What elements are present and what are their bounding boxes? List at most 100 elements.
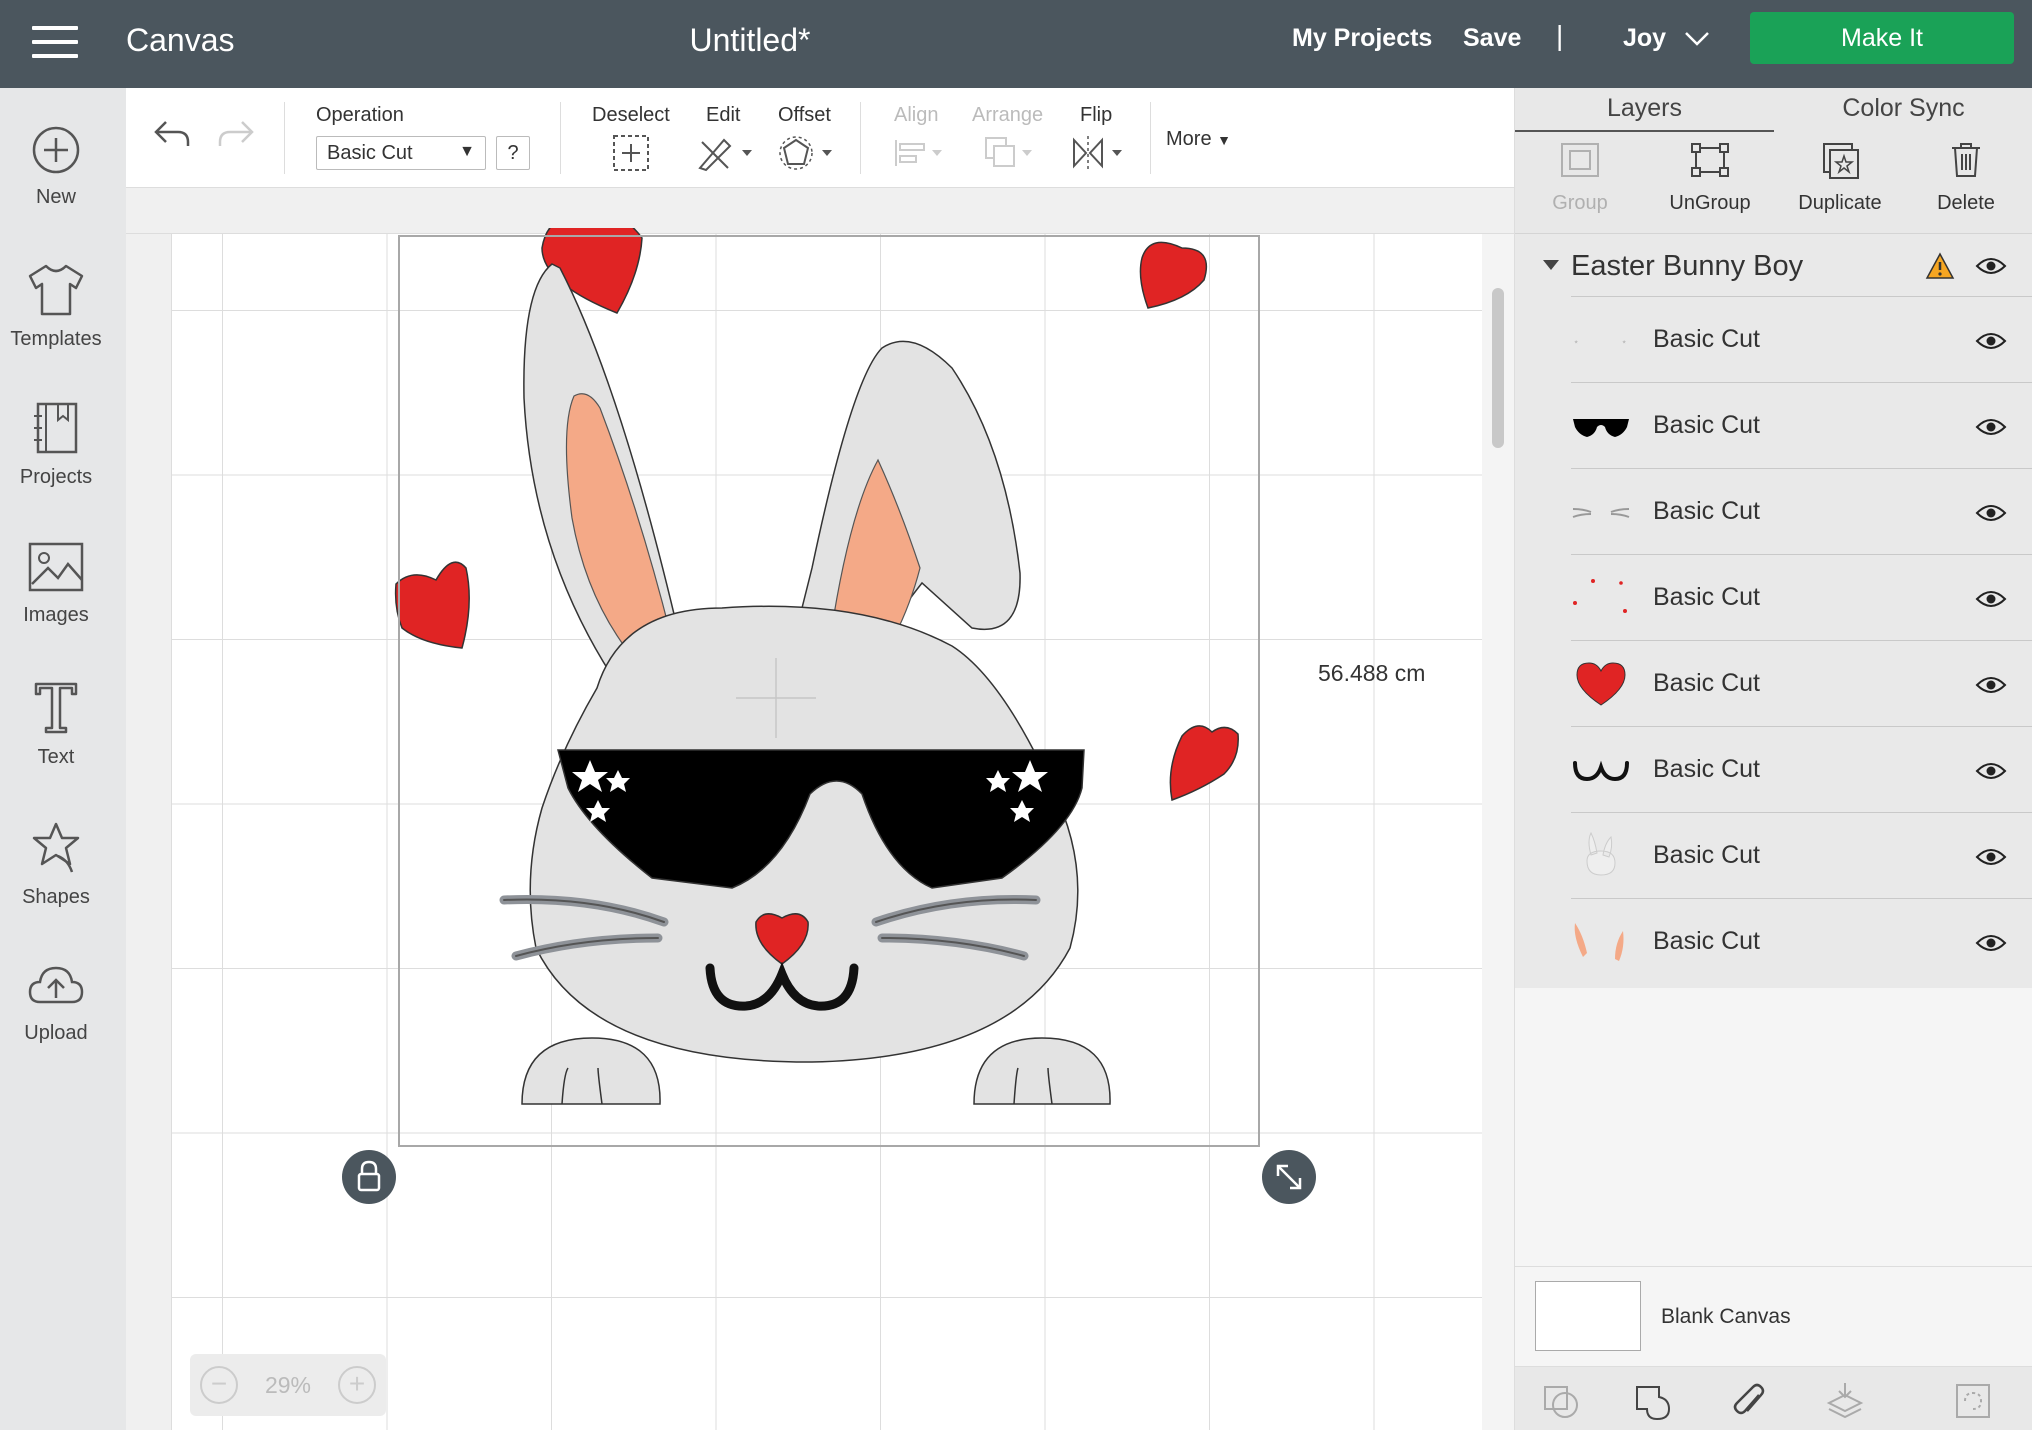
sidebar-item-new[interactable]: New	[0, 124, 112, 244]
flatten-icon[interactable]	[1825, 1381, 1865, 1421]
canvas-scrollbar[interactable]	[1492, 288, 1504, 448]
layer-row[interactable]: ⋆ ⋆ Basic Cut	[1571, 296, 2032, 382]
delete-button[interactable]: Delete	[1911, 140, 2021, 215]
caret-down-icon[interactable]	[1543, 260, 1559, 270]
layer-row[interactable]: Basic Cut	[1571, 898, 2032, 984]
attach-icon[interactable]	[1729, 1381, 1769, 1421]
weld-icon[interactable]	[1633, 1381, 1673, 1421]
visibility-eye-icon[interactable]	[1975, 847, 2007, 867]
layer-row[interactable]: Basic Cut	[1571, 382, 2032, 468]
toolbar-divider	[860, 102, 861, 174]
layer-actions: Group UnGroup Duplicate Delete	[1515, 132, 2032, 234]
image-icon	[28, 542, 84, 592]
more-button[interactable]: More ▼	[1166, 128, 1231, 151]
visibility-eye-icon[interactable]	[1975, 933, 2007, 953]
duplicate-button[interactable]: Duplicate	[1785, 140, 1895, 215]
zoom-in-button[interactable]: +	[338, 1366, 376, 1404]
deselect-label: Deselect	[592, 104, 670, 126]
lock-proportions-button[interactable]	[342, 1150, 396, 1204]
panel-tabs: Layers Color Sync	[1515, 88, 2032, 133]
user-menu[interactable]: Joy	[1623, 24, 1666, 53]
blank-canvas-row[interactable]: Blank Canvas	[1515, 1266, 2032, 1351]
align-icon[interactable]	[892, 138, 948, 168]
visibility-eye-icon[interactable]	[1975, 256, 2007, 276]
layer-row[interactable]: Basic Cut	[1571, 726, 2032, 812]
svg-text:⋆: ⋆	[1621, 337, 1627, 348]
align-label: Align	[894, 104, 939, 126]
ungroup-icon	[1691, 143, 1729, 177]
contour-icon[interactable]	[1953, 1381, 1993, 1421]
tab-color-sync[interactable]: Color Sync	[1774, 94, 2032, 123]
layer-name: Basic Cut	[1653, 841, 1760, 869]
tab-layers[interactable]: Layers	[1515, 94, 1774, 123]
layer-thumbnail-ears	[1574, 923, 1624, 961]
height-dimension-label: 56.488 cm	[1318, 660, 1426, 686]
tshirt-icon	[28, 264, 84, 316]
ungroup-button[interactable]: UnGroup	[1655, 140, 1765, 215]
operation-help-button[interactable]: ?	[496, 136, 530, 170]
layer-name: Basic Cut	[1653, 497, 1760, 525]
visibility-eye-icon[interactable]	[1975, 503, 2007, 523]
visibility-eye-icon[interactable]	[1975, 417, 2007, 437]
visibility-eye-icon[interactable]	[1975, 761, 2007, 781]
layer-group[interactable]: Easter Bunny Boy	[1515, 234, 2032, 296]
selection-bounding-box[interactable]	[398, 235, 1260, 1147]
flip-icon[interactable]	[1070, 134, 1130, 172]
layer-row[interactable]: Basic Cut	[1571, 468, 2032, 554]
sidebar-item-projects[interactable]: Projects	[0, 400, 112, 520]
layer-thumbnail-bunny	[1586, 831, 1616, 876]
sidebar-item-shapes[interactable]: Shapes	[0, 820, 112, 940]
deselect-icon[interactable]	[612, 134, 650, 172]
sidebar-item-images[interactable]: Images	[0, 540, 112, 660]
resize-arrows-icon	[1276, 1164, 1302, 1190]
sidebar-item-templates[interactable]: Templates	[0, 262, 112, 382]
undo-icon[interactable]	[152, 118, 192, 150]
zoom-out-button[interactable]: −	[200, 1366, 238, 1404]
notebook-icon	[34, 402, 78, 454]
duplicate-icon	[1823, 143, 1859, 179]
resize-handle[interactable]	[1262, 1150, 1316, 1204]
ruler-left	[126, 234, 172, 1430]
chevron-down-icon[interactable]	[1684, 30, 1710, 48]
sidebar-item-upload[interactable]: Upload	[0, 962, 112, 1082]
sidebar-item-label: Text	[37, 746, 75, 768]
blank-canvas-label: Blank Canvas	[1661, 1305, 1791, 1328]
shapes-icon	[32, 822, 80, 873]
action-label: Duplicate	[1798, 192, 1882, 214]
visibility-eye-icon[interactable]	[1975, 331, 2007, 351]
app-title: Canvas	[126, 22, 235, 58]
operation-label: Operation	[316, 104, 404, 126]
design-canvas[interactable]: 56.488 cm − 29% +	[126, 188, 1514, 1430]
sidebar-item-text[interactable]: Text	[0, 680, 112, 800]
offset-icon[interactable]	[778, 134, 838, 172]
zoom-level: 29%	[264, 1372, 312, 1398]
my-projects-link[interactable]: My Projects	[1292, 24, 1432, 53]
save-button[interactable]: Save	[1463, 24, 1521, 53]
document-title: Untitled*	[689, 22, 811, 58]
layer-row[interactable]: Basic Cut	[1571, 640, 2032, 726]
toolbar-divider	[284, 102, 285, 174]
layer-row[interactable]: Basic Cut	[1571, 554, 2032, 640]
visibility-eye-icon[interactable]	[1975, 589, 2007, 609]
menu-icon[interactable]	[32, 26, 78, 58]
slice-icon[interactable]	[1541, 1381, 1581, 1421]
layer-row[interactable]: Basic Cut	[1571, 812, 2032, 898]
layer-thumbnail-small-hearts	[1573, 579, 1627, 613]
operation-select[interactable]: Basic Cut ▼	[316, 136, 486, 170]
svg-text:⋆: ⋆	[1573, 337, 1579, 348]
arrange-icon[interactable]	[982, 134, 1042, 172]
redo-icon[interactable]	[216, 118, 256, 150]
text-icon	[34, 682, 78, 734]
make-it-button[interactable]: Make It	[1750, 12, 2014, 64]
group-button[interactable]: Group	[1525, 140, 1635, 215]
canvas-color-swatch[interactable]	[1535, 1281, 1641, 1351]
layers-list: Easter Bunny Boy ⋆ ⋆ Basic Cut Basic Cut …	[1515, 234, 2032, 988]
toolbar-divider	[1150, 102, 1151, 174]
trash-icon	[1952, 143, 1980, 177]
edit-icon[interactable]	[696, 134, 756, 172]
visibility-eye-icon[interactable]	[1975, 675, 2007, 695]
warning-icon[interactable]	[1925, 252, 1955, 280]
more-label: More	[1166, 128, 1212, 150]
action-label: Delete	[1937, 192, 1995, 214]
sidebar-item-label: New	[35, 186, 76, 208]
